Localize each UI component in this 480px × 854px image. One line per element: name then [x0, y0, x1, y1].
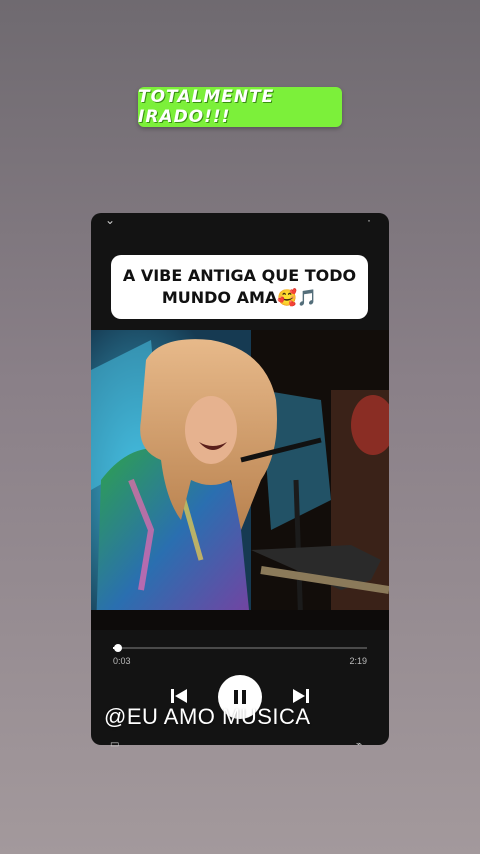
- progress-bar[interactable]: [113, 644, 367, 652]
- caption-text: A VIBE ANTIGA QUE TODO MUNDO AMA🥰🎵: [122, 266, 357, 307]
- music-player-card[interactable]: ⌄ · A VIBE ANTIGA QUE TODO MUNDO AMA🥰🎵 0…: [91, 213, 389, 745]
- duration-time: 2:19: [349, 656, 367, 666]
- story-sticker-label: TOTALMENTE IRADO!!!: [138, 87, 342, 127]
- video-frame[interactable]: [91, 330, 389, 630]
- save-icon[interactable]: ▭: [110, 739, 119, 750]
- video-image: [91, 330, 389, 630]
- progress-knob[interactable]: [114, 644, 123, 652]
- more-icon[interactable]: ·: [367, 213, 371, 227]
- caption-sticker: A VIBE ANTIGA QUE TODO MUNDO AMA🥰🎵: [111, 255, 368, 319]
- watermark-text: @EU AMO MUSICA: [104, 704, 311, 729]
- share-icon[interactable]: ⌁: [356, 739, 362, 750]
- sticker-text: TOTALMENTE IRADO!!!: [138, 87, 275, 127]
- chevron-down-icon[interactable]: ⌄: [105, 213, 115, 227]
- elapsed-time: 0:03: [113, 656, 131, 666]
- pause-icon: [234, 690, 246, 704]
